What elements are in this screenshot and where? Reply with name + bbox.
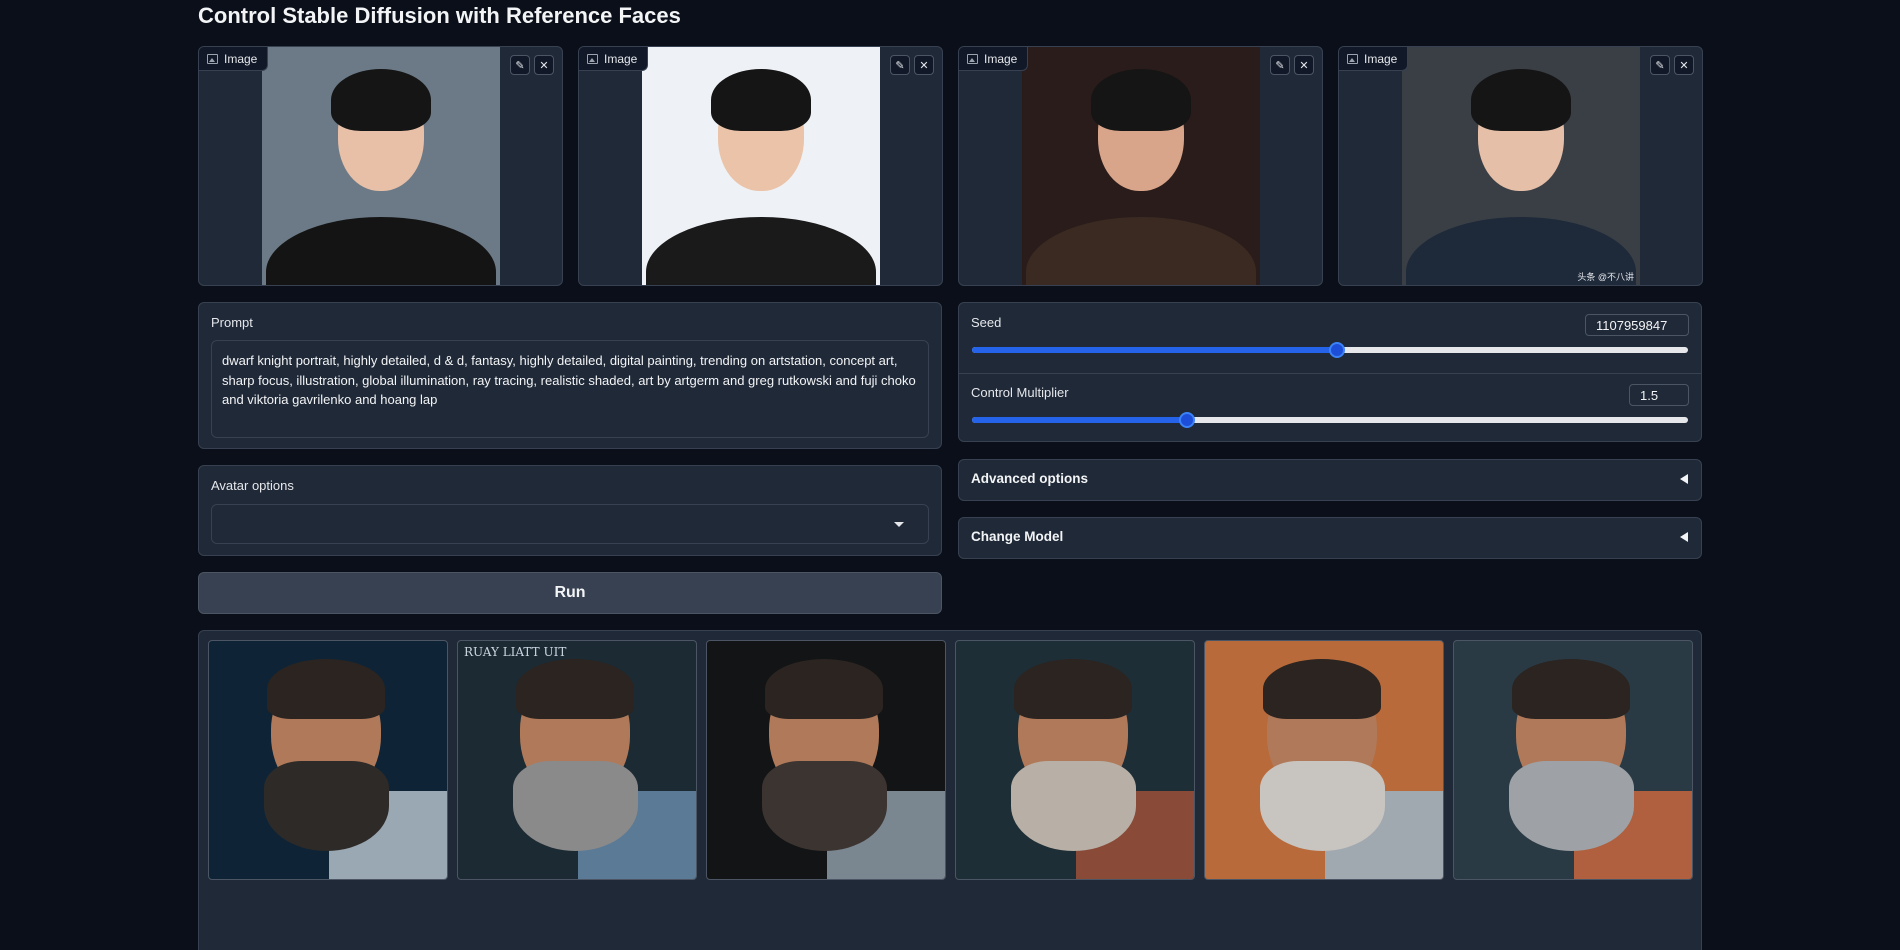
prompt-textarea[interactable]: dwarf knight portrait, highly detailed, … — [211, 340, 929, 438]
image-label-text: Image — [224, 51, 258, 66]
control-multiplier-number-input[interactable]: 1.5 — [1629, 384, 1689, 406]
seed-label: Seed — [971, 315, 1002, 330]
gallery-watermark: RUAY LIATT UIT — [464, 645, 567, 659]
run-button[interactable]: Run — [198, 572, 942, 614]
image-icon — [587, 53, 598, 64]
gallery-image-1[interactable] — [208, 640, 448, 880]
image-label: Image — [199, 47, 269, 71]
edit-icon[interactable]: ✎ — [510, 55, 530, 75]
image-label-text: Image — [1364, 51, 1398, 66]
image-label: Image — [959, 47, 1029, 71]
image-icon — [207, 53, 218, 64]
reference-photo: 头条 @不八讲 — [1402, 47, 1640, 285]
close-icon[interactable]: ✕ — [534, 55, 554, 75]
caret-left-icon — [1680, 474, 1688, 484]
seed-number-input[interactable]: 1107959847 — [1585, 314, 1689, 336]
image-upload-3[interactable]: Image ✎ ✕ — [958, 46, 1323, 286]
image-label: Image — [1339, 47, 1409, 71]
page-title: Control Stable Diffusion with Reference … — [198, 3, 681, 28]
image-upload-1[interactable]: Image ✎ ✕ — [198, 46, 563, 286]
seed-slider-handle[interactable] — [1329, 342, 1346, 358]
image-actions: ✎ ✕ — [510, 55, 554, 75]
prompt-label: Prompt — [211, 315, 253, 330]
change-model-title: Change Model — [971, 529, 1064, 544]
image-actions: ✎ ✕ — [1270, 55, 1314, 75]
advanced-options-title: Advanced options — [971, 471, 1089, 486]
control-multiplier-slider-handle[interactable] — [1178, 412, 1195, 428]
control-multiplier-label: Control Multiplier — [971, 385, 1069, 400]
image-icon — [1347, 53, 1358, 64]
close-icon[interactable]: ✕ — [1294, 55, 1314, 75]
image-icon — [967, 53, 978, 64]
gallery-image-6[interactable] — [1453, 640, 1693, 880]
avatar-options-dropdown[interactable] — [211, 504, 929, 544]
edit-icon[interactable]: ✎ — [1270, 55, 1290, 75]
reference-photo — [642, 47, 880, 285]
gallery-image-3[interactable] — [706, 640, 946, 880]
image-actions: ✎ ✕ — [1650, 55, 1694, 75]
reference-photo — [1022, 47, 1260, 285]
control-multiplier-slider[interactable] — [972, 412, 1688, 428]
caret-left-icon — [1680, 532, 1688, 542]
prompt-panel: Prompt dwarf knight portrait, highly det… — [198, 302, 942, 449]
image-upload-4[interactable]: Image ✎ ✕ 头条 @不八讲 — [1338, 46, 1703, 286]
close-icon[interactable]: ✕ — [1674, 55, 1694, 75]
avatar-options-label: Avatar options — [211, 478, 294, 493]
gallery-image-2[interactable]: RUAY LIATT UIT — [457, 640, 697, 880]
sliders-panel: Seed 1107959847 Control Multiplier 1.5 — [958, 302, 1702, 442]
close-icon[interactable]: ✕ — [914, 55, 934, 75]
gallery-image-5[interactable] — [1204, 640, 1444, 880]
reference-photo — [262, 47, 500, 285]
gallery-image-4[interactable] — [955, 640, 1195, 880]
change-model-accordion[interactable]: Change Model — [958, 517, 1702, 559]
output-gallery: RUAY LIATT UIT — [198, 630, 1702, 950]
sliders-divider — [959, 373, 1701, 374]
edit-icon[interactable]: ✎ — [1650, 55, 1670, 75]
seed-slider[interactable] — [972, 342, 1688, 358]
photo-watermark: 头条 @不八讲 — [1577, 272, 1634, 282]
image-label-text: Image — [604, 51, 638, 66]
control-multiplier-slider-fill — [972, 417, 1187, 423]
seed-slider-fill — [972, 347, 1338, 353]
edit-icon[interactable]: ✎ — [890, 55, 910, 75]
image-actions: ✎ ✕ — [890, 55, 934, 75]
advanced-options-accordion[interactable]: Advanced options — [958, 459, 1702, 501]
image-label-text: Image — [984, 51, 1018, 66]
chevron-down-icon — [894, 522, 904, 527]
image-label: Image — [579, 47, 649, 71]
avatar-options-panel: Avatar options — [198, 465, 942, 556]
image-upload-2[interactable]: Image ✎ ✕ — [578, 46, 943, 286]
